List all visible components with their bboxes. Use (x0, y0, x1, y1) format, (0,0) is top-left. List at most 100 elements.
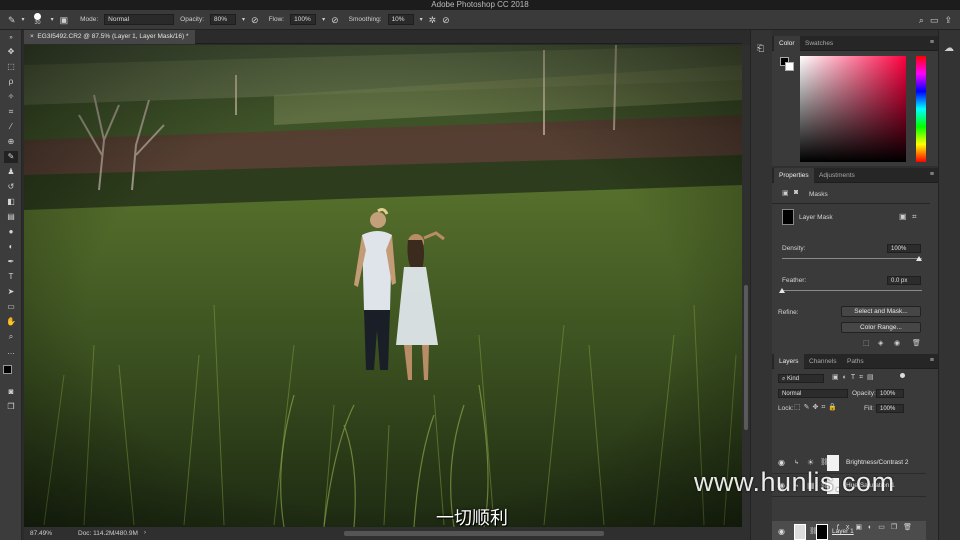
type-tool-icon[interactable]: T (4, 271, 18, 283)
pressure-opacity-icon[interactable]: ⊘ (251, 15, 259, 25)
trash-icon[interactable]: 🗑 (912, 339, 921, 347)
gear-icon[interactable]: ✲ (429, 15, 437, 25)
blur-tool-icon[interactable]: ● (4, 226, 18, 238)
load-selection-icon[interactable]: ⬚ (863, 339, 870, 347)
flow-input[interactable]: 100% (290, 14, 317, 25)
pen-tool-icon[interactable]: ✒ (4, 256, 18, 268)
feather-input[interactable]: 0.0 px (887, 276, 921, 285)
airbrush-icon[interactable]: ⊘ (331, 15, 339, 25)
visibility-eye-icon[interactable]: ◉ (894, 339, 900, 347)
path-select-tool-icon[interactable]: ➤ (4, 286, 18, 298)
dodge-tool-icon[interactable]: ◐ (4, 241, 18, 253)
close-icon[interactable]: × (30, 33, 34, 40)
opacity-input[interactable]: 80% (210, 14, 237, 25)
filter-toggle-icon[interactable] (900, 373, 905, 378)
layer-opacity-label: Opacity: (852, 390, 876, 397)
mode-select[interactable]: Normal (104, 14, 175, 25)
foreground-color-swatch[interactable] (3, 365, 12, 374)
density-input[interactable]: 100% (887, 244, 921, 253)
select-and-mask-button[interactable]: Select and Mask... (841, 306, 921, 317)
pressure-size-icon[interactable]: ⊘ (442, 15, 450, 25)
chevron-down-icon[interactable]: ▾ (22, 15, 25, 25)
zoom-level[interactable]: 87.49% (30, 527, 52, 540)
layer-filter-select[interactable]: ⌕ Kind (778, 374, 824, 383)
pixel-mask-icon[interactable]: ▣ (782, 189, 789, 197)
stamp-tool-icon[interactable]: ♟ (4, 166, 18, 178)
eraser-tool-icon[interactable]: ◧ (4, 196, 18, 208)
brush-tool-icon[interactable]: ✎ (8, 15, 16, 25)
layer-opacity-input[interactable]: 100% (876, 389, 904, 398)
share-icon[interactable]: ⇪ (944, 15, 952, 25)
eyedropper-tool-icon[interactable]: ⁄ (4, 121, 18, 133)
gradient-tool-icon[interactable]: ▤ (4, 211, 18, 223)
refine-label: Refine: (778, 309, 799, 316)
density-slider-knob[interactable] (916, 256, 922, 261)
quick-select-tool-icon[interactable]: ✧ (4, 91, 18, 103)
shape-tool-icon[interactable]: ▭ (4, 301, 18, 313)
history-brush-tool-icon[interactable]: ↺ (4, 181, 18, 193)
workspace-icon[interactable]: ▭ (930, 15, 939, 25)
tab-layers[interactable]: Layers (774, 354, 804, 369)
screen-mode-icon[interactable]: ❐ (4, 401, 18, 413)
tab-channels[interactable]: Channels (804, 354, 841, 369)
crop-tool-icon[interactable]: ⌗ (4, 106, 18, 118)
chevron-down-icon[interactable]: ▾ (242, 15, 245, 25)
bg-swatch[interactable] (785, 62, 794, 71)
visibility-eye-icon[interactable]: ◉ (778, 458, 785, 467)
blend-mode-select[interactable]: Normal (778, 389, 848, 398)
smoothing-input[interactable]: 10% (387, 14, 414, 25)
feather-slider[interactable] (782, 290, 922, 291)
color-panel (772, 51, 938, 166)
libraries-icon[interactable]: ☁ (944, 43, 954, 54)
healing-tool-icon[interactable]: ⊕ (4, 136, 18, 148)
chevron-down-icon[interactable]: ▾ (51, 15, 54, 25)
scroll-thumb[interactable] (744, 285, 748, 430)
add-pixel-mask-icon[interactable]: ▣ (899, 212, 907, 221)
panel-menu-icon[interactable]: ≡ (930, 357, 934, 364)
layers-footer-icons[interactable]: ƒx▣◐▭❐🗑 (836, 523, 918, 531)
arrow-right-icon[interactable]: › (144, 527, 146, 540)
lock-icons[interactable]: ⬚✎✥⌗🔒 (794, 403, 840, 412)
tab-paths[interactable]: Paths (842, 354, 869, 369)
zoom-tool-icon[interactable]: ⌕ (4, 331, 18, 343)
doc-size: Doc: 114.2M/480.9M (78, 530, 138, 537)
move-tool-icon[interactable]: ✥ (4, 46, 18, 58)
canvas-horizontal-scrollbar[interactable] (344, 531, 604, 536)
density-slider[interactable] (782, 258, 922, 259)
document-canvas[interactable] (24, 45, 742, 527)
lasso-tool-icon[interactable]: ρ (4, 76, 18, 88)
libraries-strip: ☁ (938, 30, 960, 540)
history-panel-icon[interactable]: ⎗ (757, 43, 764, 54)
hue-slider[interactable] (916, 56, 926, 162)
more-tools-icon[interactable]: … (4, 346, 18, 358)
chevron-down-icon[interactable]: ▾ (420, 15, 423, 25)
feather-slider-knob[interactable] (779, 288, 785, 293)
visibility-eye-icon[interactable]: ◉ (778, 527, 785, 536)
fill-input[interactable]: 100% (876, 404, 904, 413)
brush-preset-picker[interactable]: 30 (31, 13, 45, 26)
tab-color[interactable]: Color (774, 36, 800, 51)
color-range-button[interactable]: Color Range... (841, 322, 921, 333)
canvas-vertical-scrollbar[interactable] (742, 45, 750, 527)
tab-properties[interactable]: Properties (774, 168, 814, 183)
quick-mask-icon[interactable]: ◙ (4, 386, 18, 398)
search-icon[interactable]: ⌕ (919, 15, 924, 25)
panel-menu-icon[interactable]: ≡ (930, 171, 934, 178)
photo-image (24, 45, 742, 527)
marquee-tool-icon[interactable]: ⬚ (4, 61, 18, 73)
hand-tool-icon[interactable]: ✋ (4, 316, 18, 328)
document-tab[interactable]: × EG3I5492.CR2 @ 87.5% (Layer 1, Layer M… (24, 30, 195, 44)
brush-settings-icon[interactable]: ▣ (60, 15, 69, 25)
feather-label: Feather: (782, 277, 807, 284)
collapse-icon[interactable]: » (4, 32, 18, 44)
color-field[interactable] (800, 56, 906, 162)
tab-swatches[interactable]: Swatches (800, 36, 838, 51)
add-vector-mask-icon[interactable]: ⌗ (912, 212, 917, 222)
tab-adjustments[interactable]: Adjustments (814, 168, 860, 183)
brush-tool-icon[interactable]: ✎ (4, 151, 18, 163)
chevron-down-icon[interactable]: ▾ (322, 15, 325, 25)
layer-filter-icons[interactable]: ▣◐T⌗▤ (832, 373, 878, 382)
panel-menu-icon[interactable]: ≡ (930, 39, 934, 46)
vector-mask-icon[interactable]: ◙ (794, 189, 798, 196)
apply-mask-icon[interactable]: ◈ (878, 339, 883, 347)
